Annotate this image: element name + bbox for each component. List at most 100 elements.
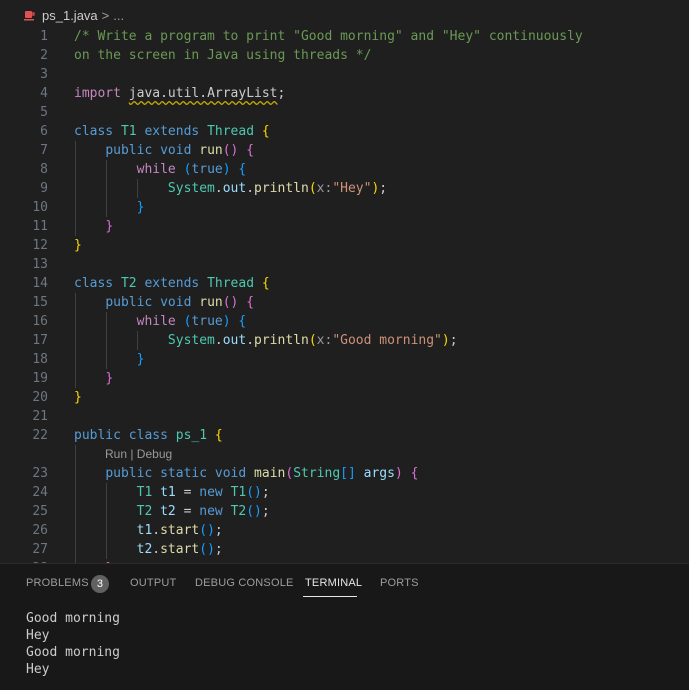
code-text: }	[74, 350, 145, 369]
breadcrumb: ps_1.java > ...	[0, 0, 689, 30]
code-token: start	[160, 542, 200, 557]
code-line: 23 public static void main(String[] args…	[0, 464, 689, 483]
code-line: 20}	[0, 388, 689, 407]
code-token: ;	[214, 523, 223, 538]
tab-ports[interactable]: PORTS	[380, 577, 419, 589]
code-token: }	[136, 200, 145, 215]
code-token: {	[238, 143, 255, 158]
code-token: t1	[136, 523, 153, 538]
tab-debug-console[interactable]: DEBUG CONSOLE	[195, 577, 294, 589]
code-token: {	[230, 314, 247, 329]
code-token: .	[152, 523, 161, 538]
indent-guide	[106, 312, 107, 369]
code-token: ;	[214, 542, 223, 557]
code-token: (	[285, 466, 294, 481]
code-line: 6 class T1 extends Thread {	[0, 122, 689, 141]
terminal-output[interactable]: Good morning Hey Good morning Hey	[26, 610, 120, 678]
bottom-panel: PROBLEMS 3 OUTPUT DEBUG CONSOLE TERMINAL…	[0, 563, 689, 690]
breadcrumb-file[interactable]: ps_1.java	[42, 8, 98, 23]
code-token: ()	[246, 504, 262, 519]
code-token: T1	[120, 124, 145, 139]
code-token: true	[191, 314, 223, 329]
tab-terminal[interactable]: TERMINAL	[305, 577, 362, 589]
code-line: 14 class T2 extends Thread {	[0, 274, 689, 293]
breadcrumb-ellipsis[interactable]: ...	[113, 8, 124, 23]
code-token: main	[254, 466, 286, 481]
code-token: new	[199, 485, 231, 500]
code-token: new	[199, 504, 231, 519]
import-warning-squiggle: java.util.ArrayList	[128, 86, 278, 101]
code-token: while	[136, 162, 184, 177]
code-token: println	[254, 181, 309, 196]
line-number: 17	[32, 333, 48, 348]
code-token: {	[261, 276, 270, 291]
code-text: System.out.println(x:"Good morning");	[74, 331, 458, 350]
code-token: Thread	[207, 276, 262, 291]
code-token: run	[199, 295, 223, 310]
code-line: 16 while (true) {	[0, 312, 689, 331]
line-number: 25	[32, 504, 48, 519]
code-token: ()	[199, 523, 215, 538]
code-text: System.out.println(x:"Hey");	[74, 179, 387, 198]
code-token: }	[74, 238, 82, 253]
code-line: 26 t1.start();	[0, 521, 689, 540]
code-token: x:	[316, 181, 333, 196]
line-number: 12	[32, 238, 48, 253]
line-number: 23	[32, 466, 48, 481]
code-token: static	[160, 466, 215, 481]
line-number: 4	[40, 86, 48, 101]
code-token: public	[105, 295, 161, 310]
code-token: while	[136, 314, 184, 329]
line-number: 21	[32, 409, 48, 424]
line-number: 22	[32, 428, 48, 443]
code-token: System	[167, 181, 215, 196]
code-token: {	[230, 162, 247, 177]
line-number: 26	[32, 523, 48, 538]
terminal-line: Hey	[26, 662, 50, 677]
code-line: 9 System.out.println(x:"Hey");	[0, 179, 689, 198]
tab-output[interactable]: OUTPUT	[130, 577, 176, 589]
line-number: 27	[32, 542, 48, 557]
problems-count-badge: 3	[91, 575, 109, 593]
code-token: T1	[136, 485, 161, 500]
code-token: ;	[449, 333, 458, 348]
code-token: {	[214, 428, 223, 443]
code-token: }	[136, 352, 145, 367]
line-number: 5	[40, 105, 48, 120]
code-line: 21	[0, 407, 689, 426]
code-token: .	[246, 181, 255, 196]
code-token: ;	[379, 181, 388, 196]
code-token: =	[175, 504, 200, 519]
code-line: 25 T2 t2 = new T2();	[0, 502, 689, 521]
code-token: println	[254, 333, 309, 348]
code-editor[interactable]: 1 /* Write a program to print "Good morni…	[0, 30, 689, 563]
code-text: while (true) {	[74, 160, 247, 179]
code-token: out	[222, 181, 247, 196]
code-line: 19 }	[0, 369, 689, 388]
indent-guide	[75, 293, 76, 388]
tab-problems[interactable]: PROBLEMS	[26, 577, 89, 589]
code-token: "Hey"	[332, 181, 372, 196]
code-text: import java.util.ArrayList;	[74, 84, 293, 103]
codelens-run-debug[interactable]: Run | Debug	[105, 445, 172, 464]
code-text: public void run() {	[74, 293, 254, 312]
line-number: 13	[32, 257, 48, 272]
code-line: 8 while (true) {	[0, 160, 689, 179]
line-number: 14	[32, 276, 48, 291]
code-line: 15 public void run() {	[0, 293, 689, 312]
code-token: void	[160, 295, 200, 310]
indent-guide	[137, 179, 138, 198]
indent-guide	[137, 331, 138, 350]
code-token: (	[308, 181, 317, 196]
code-token: ()	[222, 143, 239, 158]
code-token: Thread	[207, 124, 262, 139]
code-line: 12}	[0, 236, 689, 255]
code-token: out	[222, 333, 247, 348]
code-token: "Good morning"	[332, 333, 442, 348]
code-token: true	[191, 162, 223, 177]
line-number: 18	[32, 352, 48, 367]
code-line: 17 System.out.println(x:"Good morning");	[0, 331, 689, 350]
